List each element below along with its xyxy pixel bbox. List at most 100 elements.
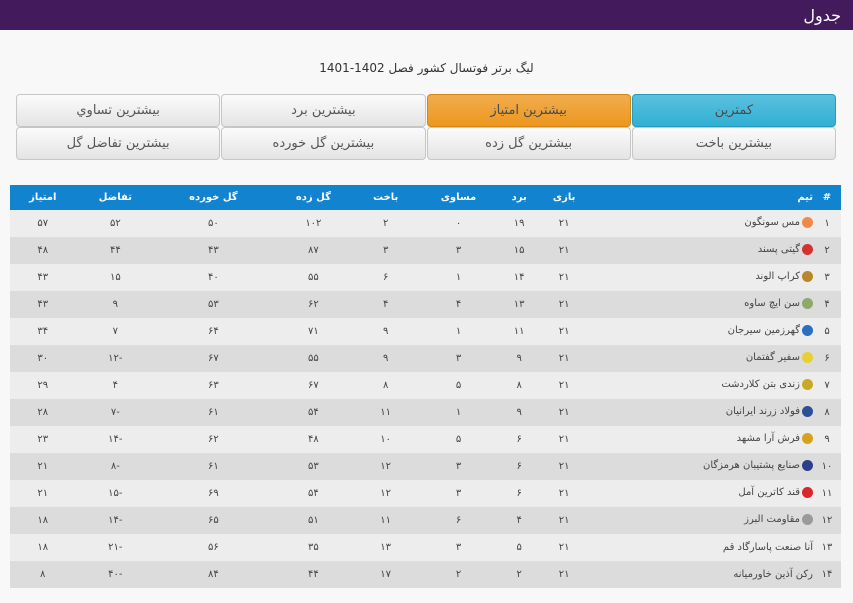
won-cell: ۵ <box>501 534 538 561</box>
won-cell: ۱۴ <box>501 264 538 291</box>
sort-button[interactable]: بیشترین باخت <box>631 127 836 160</box>
drawn-cell: ۱ <box>415 318 502 345</box>
team-logo-icon <box>802 297 813 309</box>
lost-cell: ۱۱ <box>355 399 416 426</box>
table-row: ۱۳ آنا صنعت پاسارگاد قم ۲۱ ۵ ۳ ۱۳ ۳۵ ۵۶ -۲۱ ۱۸ <box>10 534 841 561</box>
lost-cell: ۳ <box>355 237 416 264</box>
sort-button[interactable]: کمترین <box>631 94 836 127</box>
team-logo-icon <box>802 513 813 525</box>
team-cell: مس سونگون <box>591 210 813 237</box>
points-cell: ۴۸ <box>10 237 76 264</box>
table-row: ۱۰ صنایع پشتیبان هرمزگان ۲۱ ۶ ۳ ۱۲ ۵۳ ۶۱ -۸ ۲۱ <box>10 453 841 480</box>
team-name: فرش آرا مشهد <box>736 432 800 444</box>
won-cell: ۱۱ <box>501 318 538 345</box>
team-logo-icon <box>802 405 813 417</box>
team-name: فولاد زرند ایرانیان <box>725 405 800 417</box>
team-name: زندی بتن کلاردشت <box>721 378 800 390</box>
team-name: کراپ الوند <box>755 270 800 282</box>
lost-cell: ۴ <box>355 291 416 318</box>
lost-cell: ۱۲ <box>355 480 416 507</box>
points-cell: ۵۷ <box>10 210 76 237</box>
sort-button[interactable]: بیشترین تساوي <box>16 94 221 127</box>
won-cell: ۶ <box>501 480 538 507</box>
team-cell: قند کاترین آمل <box>591 480 813 507</box>
rank-cell: ۱۲ <box>813 507 841 534</box>
drawn-cell: ۴ <box>415 291 502 318</box>
team-cell: سن ایچ ساوه <box>591 291 813 318</box>
won-cell: ۶ <box>501 426 538 453</box>
goal-difference-cell: ۱۵ <box>75 264 156 291</box>
sort-button[interactable]: بیشترین امتیاز <box>426 94 631 127</box>
goals-against-cell: ۶۵ <box>155 507 272 534</box>
won-cell: ۱۹ <box>501 210 538 237</box>
drawn-cell: ۱ <box>415 264 502 291</box>
rank-cell: ۱۱ <box>813 480 841 507</box>
played-cell: ۲۱ <box>537 210 591 237</box>
sort-button[interactable]: بیشترین گل زده <box>426 127 631 160</box>
team-cell: زندی بتن کلاردشت <box>591 372 813 399</box>
won-cell: ۹ <box>501 345 538 372</box>
goals-against-cell: ۴۰ <box>155 264 272 291</box>
table-row: ۷ زندی بتن کلاردشت ۲۱ ۸ ۵ ۸ ۶۷ ۶۳ ۴ ۲۹ <box>10 372 841 399</box>
rank-cell: ۹ <box>813 426 841 453</box>
rank-cell: ۱۴ <box>813 561 841 588</box>
team-cell: سفیر گفتمان <box>591 345 813 372</box>
rank-cell: ۳ <box>813 264 841 291</box>
drawn-cell: ۳ <box>415 237 502 264</box>
points-cell: ۲۹ <box>10 372 76 399</box>
points-cell: ۱۸ <box>10 507 76 534</box>
lost-cell: ۱۲ <box>355 453 416 480</box>
column-header-drawn: مساوی <box>415 185 502 210</box>
table-row: ۱ مس سونگون ۲۱ ۱۹ ۰ ۲ ۱۰۲ ۵۰ ۵۲ ۵۷ <box>10 210 841 237</box>
goal-difference-cell: -۴۰ <box>75 561 156 588</box>
team-name: صنایع پشتیبان هرمزگان <box>703 459 800 471</box>
goal-difference-cell: -۸ <box>75 453 156 480</box>
points-cell: ۳۰ <box>10 345 76 372</box>
played-cell: ۲۱ <box>537 237 591 264</box>
goals-against-cell: ۶۴ <box>155 318 272 345</box>
table-row: ۵ گهرزمین سیرجان ۲۱ ۱۱ ۱ ۹ ۷۱ ۶۴ ۷ ۳۴ <box>10 318 841 345</box>
rank-cell: ۷ <box>813 372 841 399</box>
won-cell: ۹ <box>501 399 538 426</box>
goal-difference-cell: -۱۴ <box>75 426 156 453</box>
goals-for-cell: ۶۷ <box>271 372 356 399</box>
table-row: ۶ سفیر گفتمان ۲۱ ۹ ۳ ۹ ۵۵ ۶۷ -۱۲ ۳۰ <box>10 345 841 372</box>
goal-difference-cell: ۹ <box>75 291 156 318</box>
rank-cell: ۵ <box>813 318 841 345</box>
goal-difference-cell: ۴ <box>75 372 156 399</box>
won-cell: ۲ <box>501 561 538 588</box>
column-header-goals-for: گل زده <box>271 185 356 210</box>
goals-for-cell: ۷۱ <box>271 318 356 345</box>
goal-difference-cell: ۵۲ <box>75 210 156 237</box>
drawn-cell: ۵ <box>415 372 502 399</box>
points-cell: ۴۳ <box>10 291 76 318</box>
points-cell: ۸ <box>10 561 76 588</box>
goals-for-cell: ۴۴ <box>271 561 356 588</box>
won-cell: ۸ <box>501 372 538 399</box>
rank-cell: ۲ <box>813 237 841 264</box>
drawn-cell: ۰ <box>415 210 502 237</box>
team-name: گیتی پسند <box>757 243 800 255</box>
rank-cell: ۱ <box>813 210 841 237</box>
drawn-cell: ۲ <box>415 561 502 588</box>
won-cell: ۱۵ <box>501 237 538 264</box>
table-row: ۸ فولاد زرند ایرانیان ۲۱ ۹ ۱ ۱۱ ۵۴ ۶۱ -۷ ۲۸ <box>10 399 841 426</box>
sort-button[interactable]: بیشترین برد <box>221 94 426 127</box>
goals-for-cell: ۴۸ <box>271 426 356 453</box>
played-cell: ۲۱ <box>537 453 591 480</box>
sort-button[interactable]: بیشترین گل خورده <box>221 127 426 160</box>
goals-against-cell: ۶۹ <box>155 480 272 507</box>
team-name: رکن آذین خاورمیانه <box>733 569 813 580</box>
sort-button[interactable]: بیشترین تفاضل گل <box>16 127 221 160</box>
league-subtitle: لیگ برتر فوتسال کشور فصل 1402-1401 <box>319 61 534 75</box>
team-logo-icon <box>802 459 813 471</box>
sort-buttons: کمترین بیشترین امتیاز بیشترین برد بیشترین ت… <box>15 94 836 160</box>
goals-for-cell: ۵۱ <box>271 507 356 534</box>
rank-cell: ۴ <box>813 291 841 318</box>
goals-against-cell: ۵۶ <box>155 534 272 561</box>
team-name: آنا صنعت پاسارگاد قم <box>722 542 813 553</box>
goals-against-cell: ۵۳ <box>155 291 272 318</box>
team-cell: کراپ الوند <box>591 264 813 291</box>
team-name: مقاومت البرز <box>744 513 800 525</box>
table-row: ۱۴ رکن آذین خاورمیانه ۲۱ ۲ ۲ ۱۷ ۴۴ ۸۴ -۴۰ ۸ <box>10 561 841 588</box>
